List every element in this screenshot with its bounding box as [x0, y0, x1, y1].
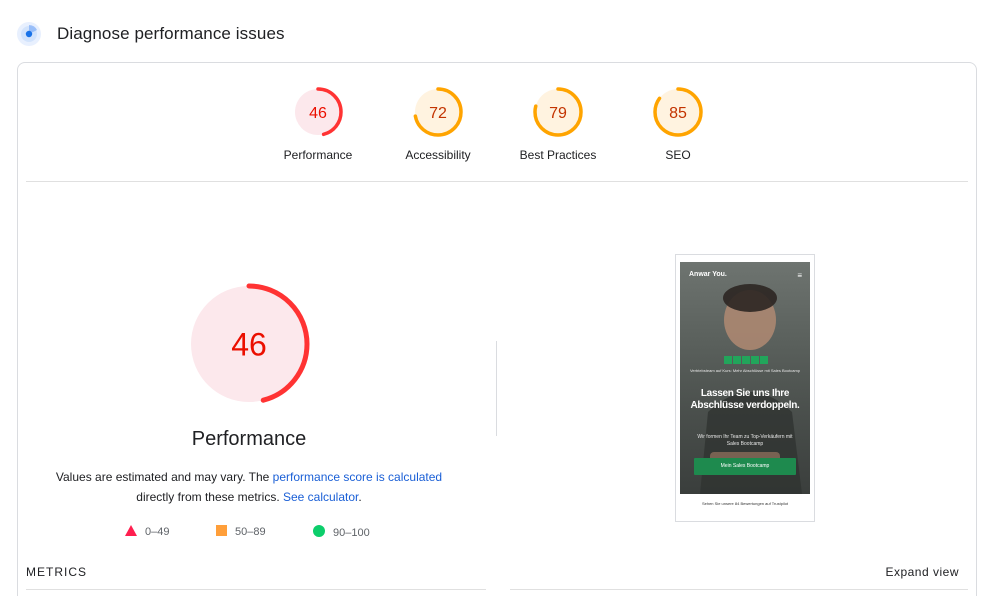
metrics-heading: METRICS — [26, 565, 87, 579]
triangle-icon — [125, 525, 137, 539]
menu-icon: ≡ — [797, 271, 802, 280]
gauge-label: Performance — [283, 148, 353, 162]
legend-pass: 90–100 — [313, 525, 370, 540]
gauge-label: Best Practices — [519, 148, 597, 162]
report-card: 46 Performance 72 Accessibility 79 Best … — [17, 62, 977, 596]
svg-text:46: 46 — [309, 105, 327, 122]
screenshot-tagline: Vertriebsteam auf Kurs: Mehr Abschlüsse … — [689, 368, 801, 373]
screenshot-hero-image: Anwar You. ≡ Vertriebsteam auf Kurs: Meh… — [680, 262, 810, 494]
gauge-best-practices[interactable]: 79 Best Practices — [503, 87, 613, 162]
gauge-label: Accessibility — [405, 148, 471, 162]
score-note: Values are estimated and may vary. The p… — [18, 467, 480, 507]
performance-score-gauge: 46 — [188, 283, 310, 405]
square-icon — [216, 525, 227, 539]
gauge-accessibility[interactable]: 72 Accessibility — [383, 87, 493, 162]
gauge-seo[interactable]: 85 SEO — [623, 87, 733, 162]
screenshot-footer: Sehen Sie unsere 84 Bewertungen auf Trus… — [701, 501, 789, 506]
score-calculated-link[interactable]: performance score is calculated — [273, 470, 442, 484]
section-title: Diagnose performance issues — [57, 24, 285, 43]
final-screenshot[interactable]: Anwar You. ≡ Vertriebsteam auf Kurs: Meh… — [675, 254, 815, 522]
legend-fail: 0–49 — [125, 525, 169, 539]
svg-text:85: 85 — [669, 105, 687, 122]
metrics-divider — [26, 589, 486, 590]
expand-view-button[interactable]: Expand view — [885, 565, 959, 579]
legend-label: 0–49 — [145, 526, 170, 538]
circle-icon — [313, 525, 325, 540]
note-suffix: . — [358, 490, 362, 504]
metrics-divider — [510, 589, 968, 590]
screenshot-logo: Anwar You. — [689, 271, 727, 278]
vertical-divider — [496, 341, 497, 436]
see-calculator-link[interactable]: See calculator — [283, 490, 358, 504]
note-text-2: directly from these metrics. — [136, 490, 283, 504]
lighthouse-icon — [16, 21, 42, 47]
category-gauges: 46 Performance 72 Accessibility 79 Best … — [18, 87, 976, 167]
section-header: Diagnose performance issues — [16, 20, 285, 48]
trustpilot-stars — [724, 356, 768, 364]
divider — [26, 181, 968, 182]
gauge-label: SEO — [665, 148, 691, 162]
legend-average: 50–89 — [216, 525, 266, 539]
performance-title: Performance — [191, 428, 307, 450]
note-text: Values are estimated and may vary. The — [55, 470, 273, 484]
screenshot-subtext: Wir formen Ihr Team zu Top-Verkäufern mi… — [697, 434, 793, 447]
legend-label: 50–89 — [235, 526, 266, 538]
legend-label: 90–100 — [333, 526, 370, 539]
svg-text:72: 72 — [429, 105, 447, 122]
svg-text:46: 46 — [231, 327, 267, 363]
svg-text:79: 79 — [549, 105, 567, 122]
gauge-performance[interactable]: 46 Performance — [263, 87, 373, 162]
screenshot-cta: Mein Sales Bootcamp — [694, 458, 796, 475]
screenshot-headline: Lassen Sie uns Ihre Abschlüsse verdoppel… — [690, 388, 800, 411]
score-legend: 0–49 50–89 90–100 — [18, 525, 480, 541]
